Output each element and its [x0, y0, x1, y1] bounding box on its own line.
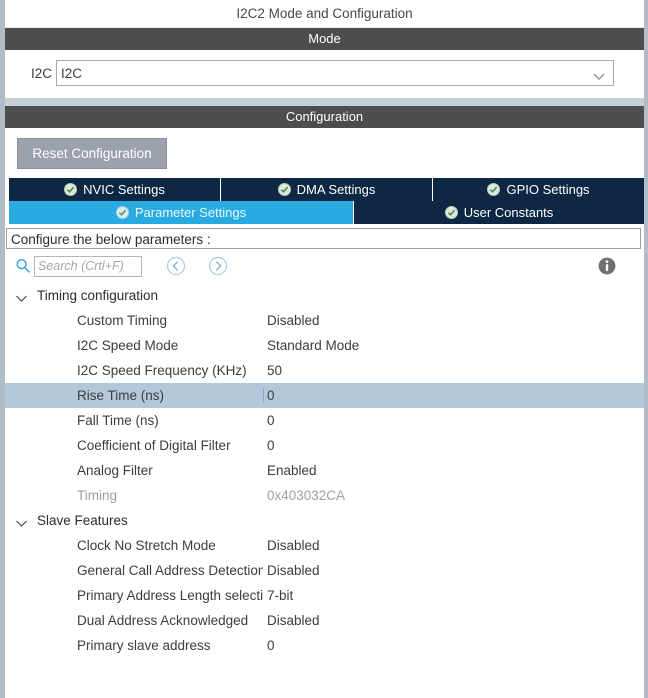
chevron-down-icon	[15, 516, 28, 527]
table-row[interactable]: I2C Speed Frequency (KHz) 50	[5, 358, 644, 383]
param-name: Timing	[77, 488, 118, 503]
param-value: Disabled	[267, 613, 320, 628]
page-title: I2C2 Mode and Configuration	[5, 0, 644, 28]
param-value: Disabled	[267, 563, 320, 578]
param-value: Standard Mode	[267, 338, 360, 353]
reset-row: Reset Configuration	[5, 128, 644, 178]
parameter-tree: Timing configuration Custom Timing Disab…	[5, 283, 644, 658]
mode-field-label: I2C	[31, 65, 53, 81]
table-row[interactable]: Fall Time (ns) 0	[5, 408, 644, 433]
check-circle-icon	[115, 206, 129, 219]
settings-tab-strip-secondary: Parameter Settings User Constants	[9, 201, 644, 224]
param-name: General Call Address Detection	[77, 563, 263, 578]
tab-label: GPIO Settings	[506, 182, 590, 197]
reset-configuration-button[interactable]: Reset Configuration	[17, 138, 167, 169]
configuration-section-header: Configuration	[5, 106, 644, 128]
tab-user-constants[interactable]: User Constants	[354, 201, 644, 224]
param-name: I2C Speed Mode	[77, 338, 179, 353]
configuration-body: Reset Configuration NVIC Settings DMA Se…	[5, 128, 644, 658]
param-name: Primary slave address	[77, 638, 211, 653]
group-header-slave-features[interactable]: Slave Features	[5, 508, 644, 533]
check-circle-icon	[277, 183, 291, 196]
table-row: Timing 0x403032CA	[5, 483, 644, 508]
mode-row: I2C I2C	[5, 50, 644, 98]
tab-nvic-settings[interactable]: NVIC Settings	[9, 178, 221, 201]
group-header-timing-configuration[interactable]: Timing configuration	[5, 283, 644, 308]
search-icon	[15, 258, 31, 274]
param-name: Primary Address Length selection	[77, 588, 263, 603]
param-value: Disabled	[267, 313, 320, 328]
mode-section-header: Mode	[5, 28, 644, 50]
param-value: 0	[267, 638, 275, 653]
chevron-down-icon	[593, 69, 605, 81]
table-row[interactable]: Primary slave address 0	[5, 633, 644, 658]
param-value: 0x403032CA	[267, 488, 346, 503]
configure-parameters-note: Configure the below parameters :	[6, 228, 641, 249]
param-name: Analog Filter	[77, 463, 153, 478]
table-row[interactable]: Clock No Stretch Mode Disabled	[5, 533, 644, 558]
table-row[interactable]: Dual Address Acknowledged Disabled	[5, 608, 644, 633]
tab-label: NVIC Settings	[83, 182, 165, 197]
param-value: 7-bit	[267, 588, 294, 603]
table-row-selected[interactable]: Rise Time (ns) 0	[5, 383, 644, 408]
param-value: Enabled	[267, 463, 317, 478]
check-circle-icon	[64, 183, 78, 196]
check-circle-icon	[487, 183, 501, 196]
table-row[interactable]: Coefficient of Digital Filter 0	[5, 433, 644, 458]
panel-content: I2C2 Mode and Configuration Mode I2C I2C…	[5, 0, 644, 698]
param-name: Fall Time (ns)	[77, 413, 159, 428]
right-edge-rail	[644, 0, 648, 698]
search-toolbar	[5, 249, 644, 283]
param-value: Disabled	[267, 538, 320, 553]
param-value[interactable]: 0	[263, 388, 644, 403]
group-title: Slave Features	[37, 513, 128, 528]
param-name: Clock No Stretch Mode	[77, 538, 216, 553]
tab-label: Parameter Settings	[134, 205, 247, 220]
mode-select-value: I2C	[61, 65, 83, 81]
param-name: Coefficient of Digital Filter	[77, 438, 231, 453]
table-row[interactable]: Custom Timing Disabled	[5, 308, 644, 333]
param-value: 50	[267, 363, 283, 378]
tab-label: DMA Settings	[296, 182, 376, 197]
i2c-configuration-panel: I2C2 Mode and Configuration Mode I2C I2C…	[0, 0, 648, 698]
param-name: Custom Timing	[77, 313, 168, 328]
chevron-right-circle-icon[interactable]	[208, 256, 228, 276]
table-row[interactable]: Analog Filter Enabled	[5, 458, 644, 483]
check-circle-icon	[444, 206, 458, 219]
param-value: 0	[267, 438, 275, 453]
param-name: I2C Speed Frequency (KHz)	[77, 363, 247, 378]
section-divider	[5, 98, 644, 106]
param-value: 0	[267, 413, 275, 428]
table-row[interactable]: I2C Speed Mode Standard Mode	[5, 333, 644, 358]
table-row[interactable]: Primary Address Length selection 7-bit	[5, 583, 644, 608]
tab-parameter-settings[interactable]: Parameter Settings	[9, 201, 354, 224]
tab-label: User Constants	[463, 205, 554, 220]
tab-dma-settings[interactable]: DMA Settings	[221, 178, 433, 201]
group-title: Timing configuration	[37, 288, 159, 303]
table-row[interactable]: General Call Address Detection Disabled	[5, 558, 644, 583]
settings-tab-strip-primary: NVIC Settings DMA Settings GPIO Settings	[9, 178, 644, 201]
search-input[interactable]	[34, 255, 142, 277]
param-name: Rise Time (ns)	[77, 388, 165, 403]
tab-gpio-settings[interactable]: GPIO Settings	[433, 178, 644, 201]
info-circle-icon[interactable]	[598, 257, 616, 275]
chevron-down-icon	[15, 291, 28, 302]
chevron-left-circle-icon[interactable]	[166, 256, 186, 276]
param-name: Dual Address Acknowledged	[77, 613, 249, 628]
mode-select[interactable]: I2C	[56, 60, 614, 86]
